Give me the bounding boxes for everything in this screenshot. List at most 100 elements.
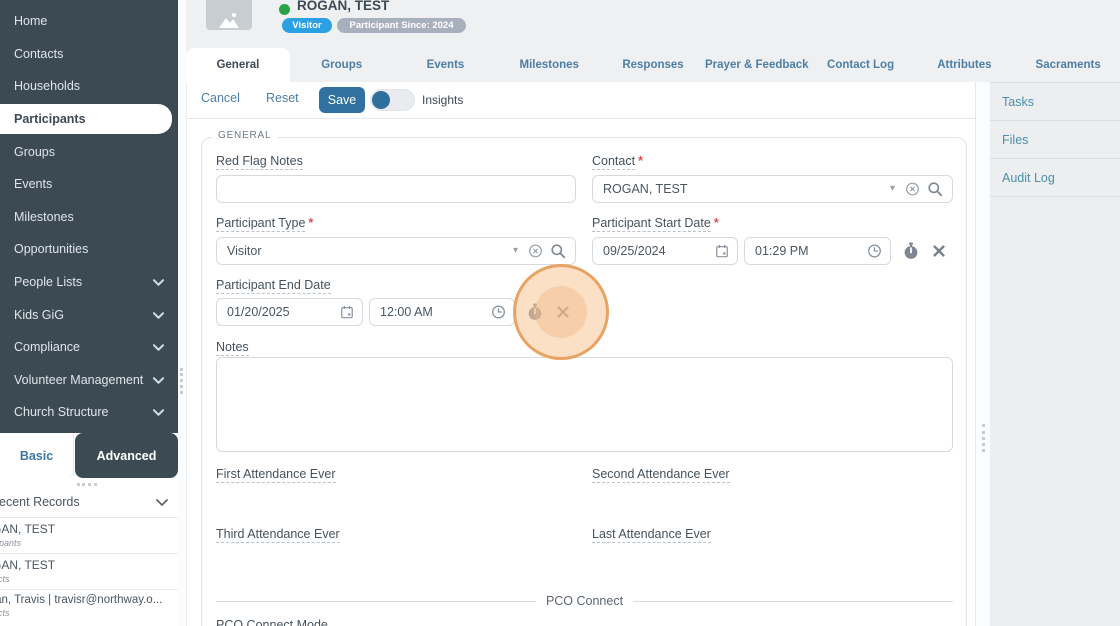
stopwatch-icon[interactable]	[527, 303, 543, 321]
start-date-field	[592, 237, 738, 265]
tab-milestones[interactable]: Milestones	[497, 48, 601, 82]
chevron-down-icon[interactable]	[155, 496, 169, 508]
recent-records-header[interactable]: Recent Records	[0, 491, 178, 515]
participant-start-date-label: Participant Start Date *	[592, 216, 719, 232]
divider	[633, 600, 953, 602]
clear-x-icon[interactable]	[932, 244, 946, 258]
insights-label: Insights	[422, 93, 464, 107]
toggle-knob	[372, 91, 390, 109]
record-form-card: Cancel Reset Save Insights GENERAL Red F…	[186, 82, 975, 626]
panel-resize-strip	[975, 82, 990, 626]
clear-circle-icon[interactable]	[905, 182, 920, 197]
tab-contact-log[interactable]: Contact Log	[809, 48, 913, 82]
sidebar-item-households[interactable]: Households	[0, 70, 178, 103]
panel-resize-grip[interactable]	[982, 424, 985, 452]
sidebar-item-home[interactable]: Home	[0, 5, 178, 38]
chevron-down-icon	[152, 309, 165, 320]
right-panel: Tasks Files Audit Log	[990, 82, 1120, 626]
insights-toggle[interactable]	[370, 89, 415, 111]
tab-groups[interactable]: Groups	[290, 48, 394, 82]
participant-type-input[interactable]	[216, 237, 576, 265]
participant-type-badge[interactable]: Visitor	[282, 18, 332, 33]
cancel-button[interactable]: Cancel	[201, 91, 240, 105]
search-icon[interactable]	[927, 181, 943, 197]
sidebar-item-compliance[interactable]: Compliance	[0, 331, 178, 364]
sidebar-footer-panel: Basic Advanced Recent Records ROGAN, TES…	[0, 433, 178, 626]
sidebar-item-church-structure[interactable]: Church Structure	[0, 396, 178, 429]
recent-record-item[interactable]: Rogan, Travis | travisr@northway.o... Co…	[0, 590, 178, 626]
third-attendance-label: Third Attendance Ever	[216, 527, 340, 543]
panel-resize-grip[interactable]	[77, 483, 97, 486]
participant-type-label: Participant Type *	[216, 216, 314, 232]
photo-placeholder-icon	[219, 13, 239, 28]
sidebar-resize-strip	[178, 0, 186, 626]
search-icon[interactable]	[550, 243, 566, 259]
calendar-icon[interactable]	[340, 305, 354, 320]
stopwatch-icon[interactable]	[903, 242, 919, 260]
start-time-field	[744, 237, 891, 265]
sidebar-item-events[interactable]: Events	[0, 168, 178, 201]
sidebar-nav: Home Contacts Households Participants Gr…	[0, 5, 178, 429]
sidebar-item-milestones[interactable]: Milestones	[0, 201, 178, 234]
app-window: Home Contacts Households Participants Gr…	[0, 0, 1120, 626]
tab-general[interactable]: General	[186, 48, 290, 82]
sidebar-item-contacts[interactable]: Contacts	[0, 38, 178, 71]
clock-icon[interactable]	[867, 244, 882, 259]
record-name: ROGAN, TEST	[297, 0, 390, 13]
sidebar-item-participants[interactable]: Participants	[0, 104, 172, 135]
recent-records-title: Recent Records	[0, 495, 80, 509]
sidebar-item-kids-gig[interactable]: Kids GiG	[0, 298, 178, 331]
chevron-down-icon	[152, 407, 165, 418]
end-time-field	[369, 298, 515, 326]
tab-sacraments[interactable]: Sacraments	[1016, 48, 1120, 82]
last-attendance-label: Last Attendance Ever	[592, 527, 711, 543]
pco-connect-mode-label: PCO Connect Mode	[216, 618, 328, 626]
participant-end-date-label: Participant End Date	[216, 278, 331, 294]
presence-dot-icon	[279, 4, 290, 15]
participant-type-combo: ▾	[216, 237, 576, 265]
clear-x-icon[interactable]	[556, 305, 570, 319]
avatar[interactable]	[206, 0, 252, 30]
sidebar-item-opportunities[interactable]: Opportunities	[0, 233, 178, 266]
end-date-field	[216, 298, 363, 326]
clear-circle-icon[interactable]	[528, 244, 543, 259]
right-panel-item-files[interactable]: Files	[990, 121, 1120, 159]
recent-record-item[interactable]: ROGAN, TEST Contacts	[0, 554, 178, 590]
contact-input[interactable]	[592, 175, 953, 203]
pco-connect-section-title: PCO Connect	[545, 594, 624, 608]
pco-connect-section-divider: PCO Connect	[216, 594, 953, 608]
general-section-title: GENERAL	[212, 130, 278, 141]
tab-advanced[interactable]: Advanced	[75, 433, 178, 478]
chevron-down-icon	[152, 342, 165, 353]
divider	[216, 600, 536, 602]
right-panel-item-audit-log[interactable]: Audit Log	[990, 159, 1120, 197]
tab-events[interactable]: Events	[394, 48, 498, 82]
calendar-icon[interactable]	[715, 244, 729, 259]
chevron-down-icon	[152, 374, 165, 385]
tab-prayer-feedback[interactable]: Prayer & Feedback	[705, 48, 809, 82]
tab-responses[interactable]: Responses	[601, 48, 705, 82]
red-flag-notes-input[interactable]	[216, 175, 576, 203]
sidebar-item-groups[interactable]: Groups	[0, 135, 178, 168]
contact-label: Contact *	[592, 154, 643, 170]
tab-basic[interactable]: Basic	[0, 433, 74, 478]
red-flag-notes-label: Red Flag Notes	[216, 154, 303, 170]
recent-records-list: ROGAN, TEST Participants ROGAN, TEST Con…	[0, 518, 178, 626]
second-attendance-label: Second Attendance Ever	[592, 467, 730, 483]
chevron-down-icon	[152, 277, 165, 288]
reset-button[interactable]: Reset	[266, 91, 299, 105]
notes-textarea[interactable]	[216, 357, 953, 452]
participant-since-badge: Participant Since: 2024	[337, 18, 466, 33]
save-button[interactable]: Save	[319, 87, 365, 113]
tab-attributes[interactable]: Attributes	[912, 48, 1016, 82]
clock-icon[interactable]	[491, 305, 506, 320]
sidebar-item-people-lists[interactable]: People Lists	[0, 266, 178, 299]
sidebar-resize-grip[interactable]	[180, 368, 183, 394]
recent-record-item[interactable]: ROGAN, TEST Participants	[0, 518, 178, 554]
first-attendance-label: First Attendance Ever	[216, 467, 336, 483]
form-toolbar: Cancel Reset Save Insights	[187, 82, 975, 119]
sidebar: Home Contacts Households Participants Gr…	[0, 0, 178, 433]
sidebar-item-volunteer-management[interactable]: Volunteer Management	[0, 364, 178, 397]
right-panel-item-tasks[interactable]: Tasks	[990, 82, 1120, 121]
record-tab-bar: General Groups Events Milestones Respons…	[186, 48, 1120, 82]
